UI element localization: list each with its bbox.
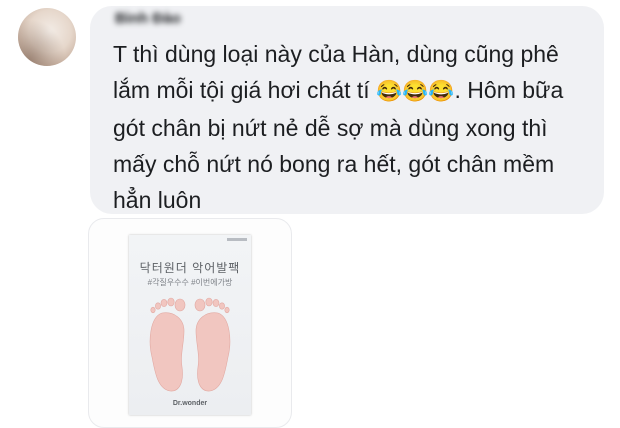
brand-logo: Dr.wonder [172, 400, 208, 407]
product-title: 닥터원더 악어발팩 [139, 261, 241, 275]
comment-text: T thì dùng loại này của Hàn, dùng cũng p… [113, 36, 593, 218]
foot-mask-image [149, 297, 231, 392]
comment-author[interactable]: Bình Đào [115, 10, 181, 27]
package-label-mark [227, 238, 247, 241]
comment-bubble: Bình Đào T thì dùng loại này của Hàn, dù… [90, 6, 604, 214]
comment-image-attachment[interactable]: 닥터원더 악어발팩 #각질우수수 #이번에가방 Dr.wonder [88, 218, 292, 428]
laughing-emoji-icon: 😂😂😂 [376, 80, 455, 103]
avatar[interactable] [18, 8, 76, 66]
avatar-shade [18, 8, 76, 66]
product-subtitle: #각질우수수 #이번에가방 [147, 278, 233, 287]
product-package-image: 닥터원더 악어발팩 #각질우수수 #이번에가방 Dr.wonder [129, 235, 251, 415]
